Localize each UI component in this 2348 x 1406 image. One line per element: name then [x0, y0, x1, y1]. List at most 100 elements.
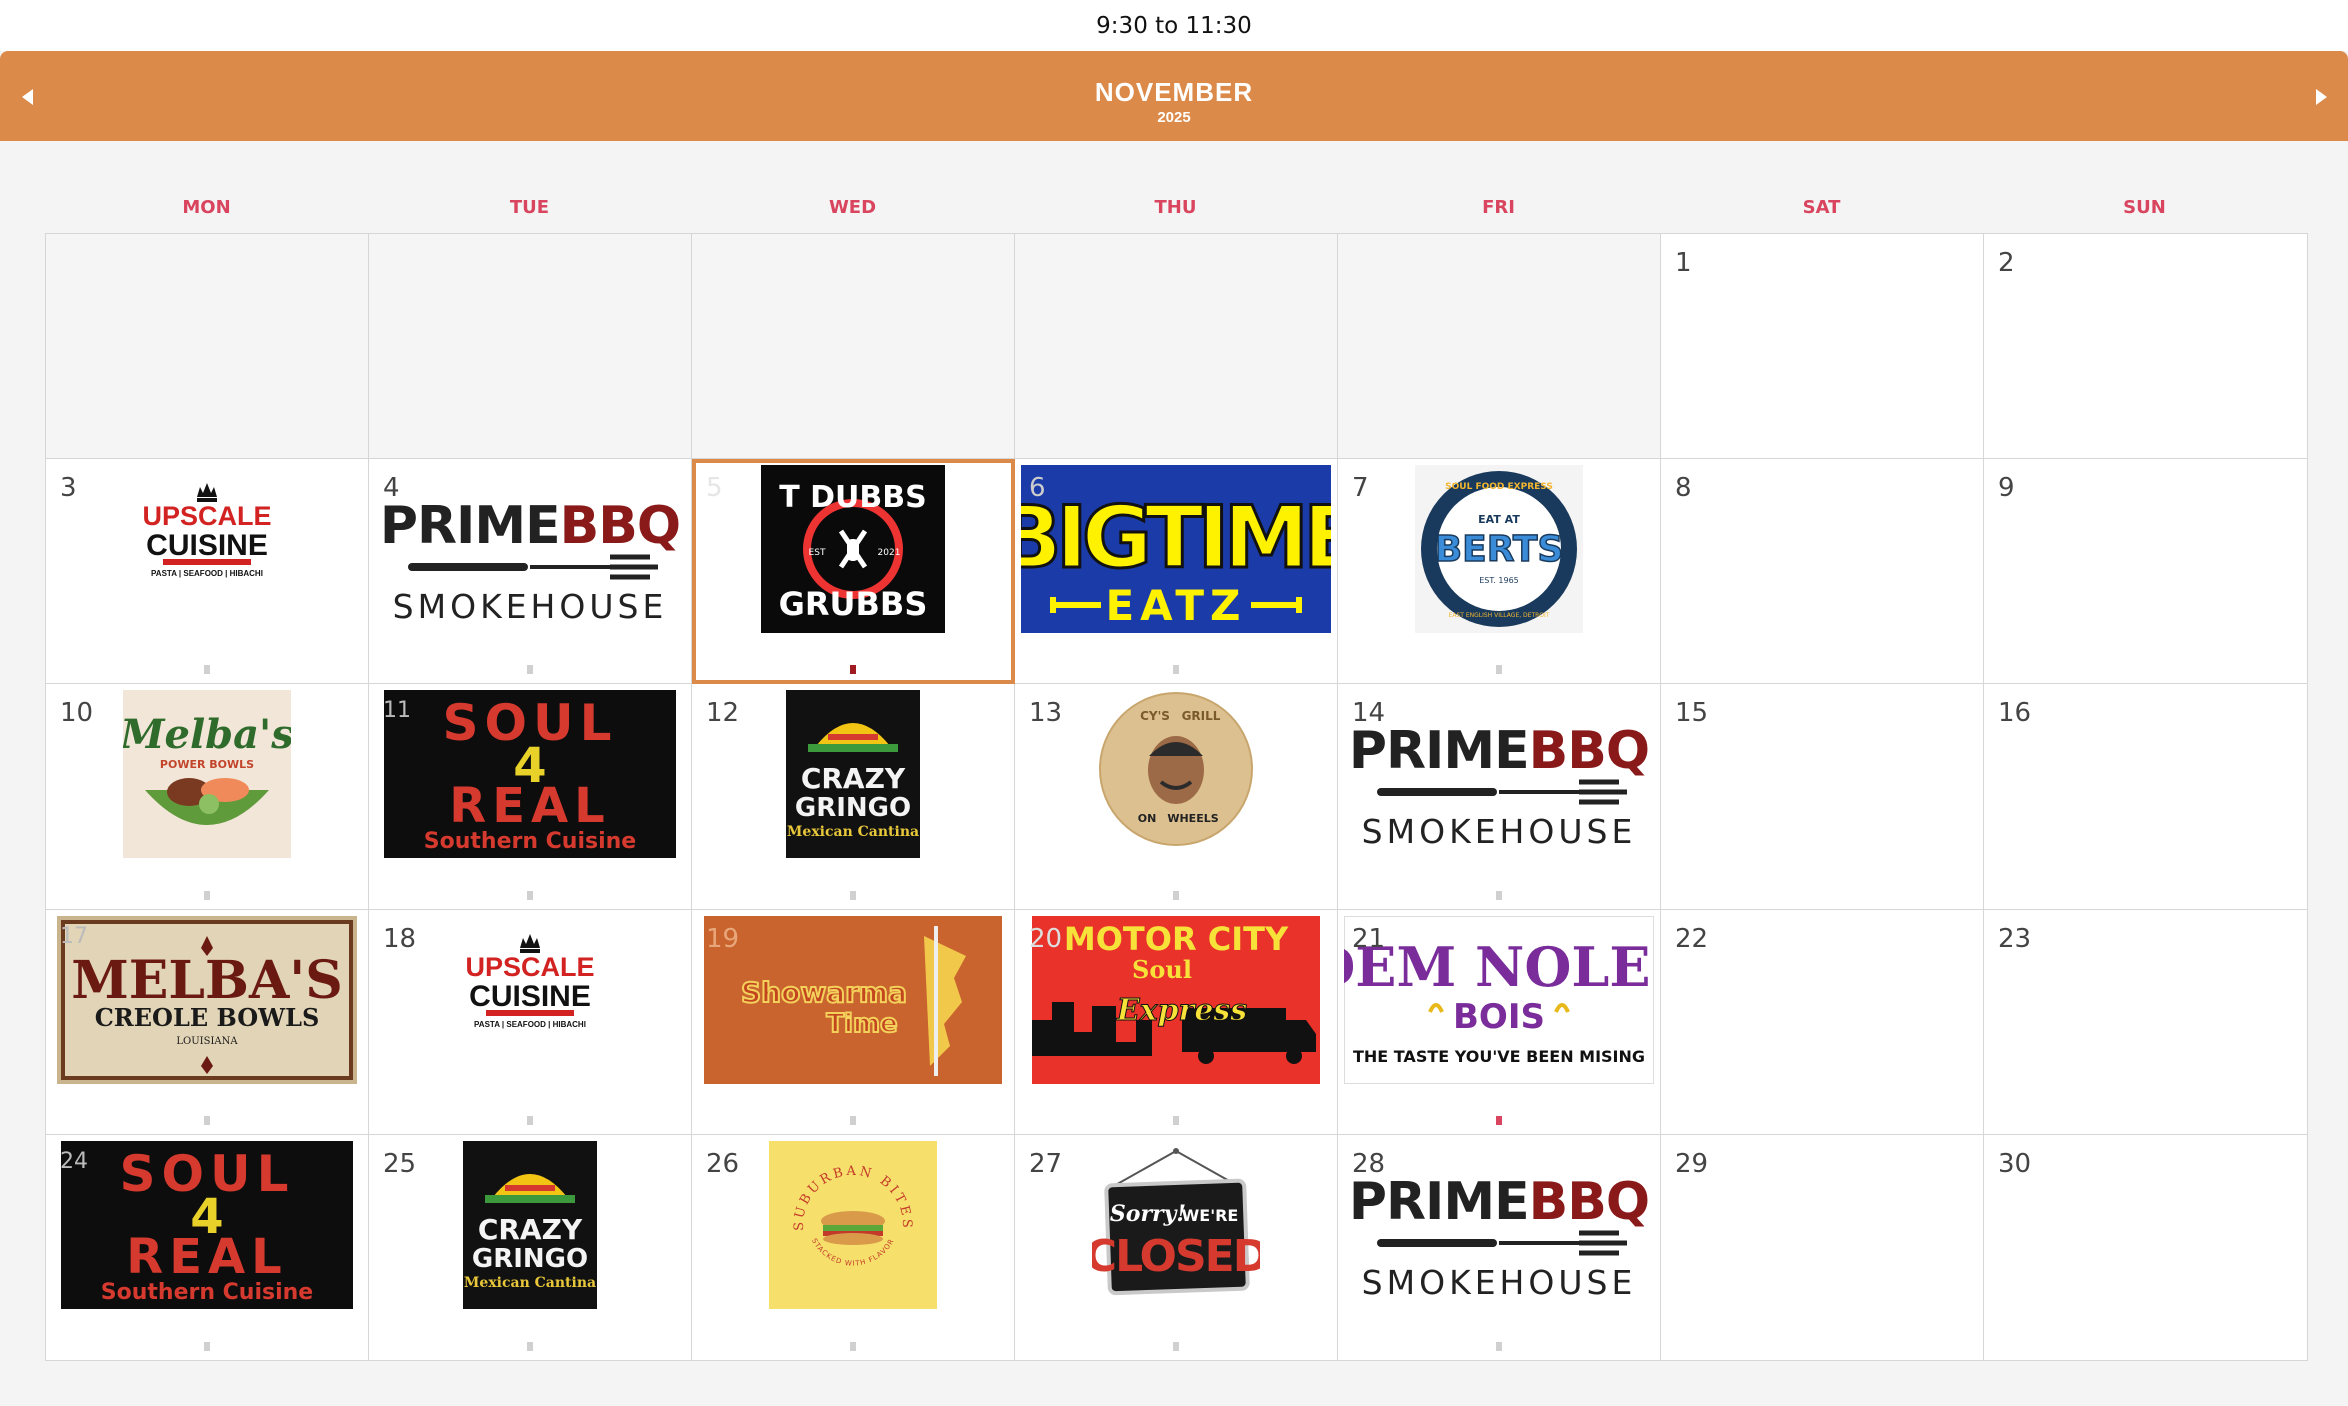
soul-4-real-logo[interactable]: SOUL 4 REAL Southern Cuisine — [61, 1140, 353, 1309]
svg-text:BIGTIME: BIGTIME — [1021, 488, 1331, 588]
svg-text:SMOKEHOUSE: SMOKEHOUSE — [1362, 812, 1637, 851]
svg-text:REAL: REAL — [126, 1229, 287, 1285]
day-number: 21 — [1352, 923, 1386, 954]
day-cell-4[interactable]: 4 PRIMEBBQ SMOKEHOUSE — [369, 459, 692, 685]
day-cell-2[interactable]: 2 — [1984, 234, 2307, 460]
crazy-gringo-logo[interactable]: CRAZY GRINGO Mexican Cantina — [463, 1140, 597, 1309]
day-cell-1[interactable]: 1 — [1661, 234, 1984, 460]
day-number: 1 — [1675, 248, 1692, 278]
day-cell-6[interactable]: 6 BIGTIME EATZ — [1015, 459, 1338, 685]
day-cell-19[interactable]: 19 Showarma Time — [692, 909, 1015, 1135]
day-cell-11[interactable]: 11 SOUL 4 REAL Southern Cuisine — [369, 684, 692, 910]
calendar-grid: 1 2 3 UPSCALE CUISINE PASTA | SEAFOOD | … — [45, 233, 2308, 1361]
day-cell-28[interactable]: 28 PRIMEBBQ SMOKEHOUSE — [1338, 1134, 1661, 1360]
svg-text:GRINGO: GRINGO — [472, 1244, 588, 1274]
melbas-creole-bowls-logo[interactable]: MELBA'S CREOLE BOWLS LOUISIANA — [57, 915, 357, 1084]
svg-text:WHEELS: WHEELS — [1167, 812, 1218, 825]
day-number: 18 — [383, 923, 417, 954]
day-number: 12 — [706, 698, 740, 729]
event-indicator — [1496, 665, 1502, 675]
day-number: 19 — [706, 923, 740, 954]
day-cell-21[interactable]: 21 DEM NOLES BOIS THE TASTE YOU'VE BEEN … — [1338, 909, 1661, 1135]
day-cell-3[interactable]: 3 UPSCALE CUISINE PASTA | SEAFOOD | HIBA… — [46, 459, 369, 685]
suburban-bites-logo[interactable]: SUBURBAN BITES STACKED WITH FLAVOR — [769, 1140, 937, 1309]
day-cell-20[interactable]: 20 MOTOR CITY Soul Express — [1015, 909, 1338, 1135]
upscale-cuisine-logo[interactable]: UPSCALE CUISINE PASTA | SEAFOOD | HIBACH… — [123, 465, 291, 634]
motor-city-soul-express-logo[interactable]: MOTOR CITY Soul Express — [1032, 915, 1320, 1084]
svg-text:CRAZY: CRAZY — [801, 762, 906, 795]
svg-text:T DUBBS: T DUBBS — [779, 480, 927, 515]
weekday-sun: SUN — [2123, 197, 2166, 218]
day-cell-8[interactable]: 8 — [1661, 459, 1984, 685]
day-cell-26[interactable]: 26 SUBURBAN BITES STACKED WITH FLAVOR — [692, 1134, 1015, 1360]
event-indicator — [204, 665, 210, 675]
prime-bbq-logo[interactable]: PRIMEBBQ SMOKEHOUSE — [1349, 1159, 1649, 1309]
day-cell-25[interactable]: 25 CRAZY GRINGO Mexican Cantina — [369, 1134, 692, 1360]
day-cell-14[interactable]: 14 PRIMEBBQ SMOKEHOUSE — [1338, 684, 1661, 910]
cys-grill-logo[interactable]: CY'S GRILL ON WHEELS — [1097, 690, 1255, 849]
svg-text:POWER BOWLS: POWER BOWLS — [160, 758, 254, 771]
day-cell-empty — [369, 234, 692, 460]
day-number: 27 — [1029, 1148, 1063, 1179]
day-cell-24[interactable]: 24 SOUL 4 REAL Southern Cuisine — [46, 1134, 369, 1360]
event-indicator — [850, 890, 856, 900]
soul-4-real-logo[interactable]: SOUL 4 REAL Southern Cuisine — [384, 690, 676, 859]
crazy-gringo-logo[interactable]: CRAZY GRINGO Mexican Cantina — [786, 690, 920, 859]
weekday-fri: FRI — [1482, 197, 1515, 218]
prime-bbq-logo[interactable]: PRIMEBBQ SMOKEHOUSE — [380, 483, 680, 633]
day-number: 14 — [1352, 698, 1386, 729]
day-cell-30[interactable]: 30 — [1984, 1134, 2307, 1360]
svg-text:CLOSED: CLOSED — [1092, 1231, 1260, 1282]
day-cell-27[interactable]: 27 Sorry! WE'RE CLOSED — [1015, 1134, 1338, 1360]
day-cell-5[interactable]: 5 T DUBBS GRUBBS EST 2021 — [692, 459, 1015, 685]
upscale-cuisine-logo[interactable]: UPSCALE CUISINE PASTA | SEAFOOD | HIBACH… — [446, 915, 614, 1084]
t-dubbs-grubbs-logo[interactable]: T DUBBS GRUBBS EST 2021 — [761, 465, 945, 634]
day-cell-17[interactable]: 17 MELBA'S CREOLE BOWLS LOUISIANA — [46, 909, 369, 1135]
svg-text:Mexican Cantina: Mexican Cantina — [464, 1275, 596, 1291]
day-cell-22[interactable]: 22 — [1661, 909, 1984, 1135]
day-cell-18[interactable]: 18 UPSCALE CUISINE PASTA | SEAFOOD | HIB… — [369, 909, 692, 1135]
day-cell-15[interactable]: 15 — [1661, 684, 1984, 910]
svg-text:CUISINE: CUISINE — [469, 980, 591, 1013]
day-cell-10[interactable]: 10 Melba's POWER BOWLS — [46, 684, 369, 910]
day-cell-9[interactable]: 9 — [1984, 459, 2307, 685]
weekday-sat: SAT — [1802, 197, 1841, 218]
svg-text:Mexican Cantina: Mexican Cantina — [787, 824, 919, 840]
svg-text:CREOLE BOWLS: CREOLE BOWLS — [95, 1003, 320, 1032]
svg-text:EAST ENGLISH VILLAGE, DETROIT: EAST ENGLISH VILLAGE, DETROIT — [1449, 612, 1550, 619]
day-number: 30 — [1998, 1148, 2032, 1179]
svg-text:PASTA | SEAFOOD | HIBACHI: PASTA | SEAFOOD | HIBACHI — [151, 569, 263, 578]
melbas-power-bowls-logo[interactable]: Melba's POWER BOWLS — [123, 690, 291, 859]
day-cell-16[interactable]: 16 — [1984, 684, 2307, 910]
svg-text:Soul: Soul — [1132, 955, 1192, 984]
day-number: 11 — [383, 698, 411, 724]
day-cell-29[interactable]: 29 — [1661, 1134, 1984, 1360]
day-number: 9 — [1998, 473, 2015, 504]
dem-noles-bois-logo[interactable]: DEM NOLES BOIS THE TASTE YOU'VE BEEN MIS… — [1344, 915, 1654, 1084]
event-indicator — [1496, 890, 1502, 900]
next-month-button[interactable] — [2306, 81, 2336, 111]
svg-text:PASTA | SEAFOOD | HIBACHI: PASTA | SEAFOOD | HIBACHI — [474, 1020, 586, 1029]
eat-at-berts-logo[interactable]: SOUL FOOD EXPRESS EAT AT BERTS EST. 1965… — [1415, 465, 1583, 634]
showarma-time-logo[interactable]: Showarma Time — [704, 915, 1002, 1084]
day-number: 28 — [1352, 1148, 1386, 1179]
year-label: 2025 — [1157, 109, 1191, 126]
day-number: 8 — [1675, 473, 1692, 504]
svg-text:2021: 2021 — [878, 548, 901, 558]
svg-text:BOIS: BOIS — [1453, 997, 1545, 1037]
bigtime-eatz-logo[interactable]: BIGTIME EATZ — [1021, 465, 1331, 634]
prime-bbq-logo[interactable]: PRIMEBBQ SMOKEHOUSE — [1349, 708, 1649, 858]
svg-text:MELBA'S: MELBA'S — [71, 950, 343, 1011]
event-indicator — [204, 1115, 210, 1125]
event-indicator — [1496, 1115, 1502, 1125]
event-indicator — [850, 1341, 856, 1351]
day-cell-12[interactable]: 12 CRAZY GRINGO Mexican Cantina — [692, 684, 1015, 910]
event-indicator — [850, 665, 856, 675]
sorry-were-closed-sign[interactable]: Sorry! WE'RE CLOSED — [1092, 1140, 1260, 1309]
time-range-text: 9:30 to 11:30 — [1096, 12, 1252, 39]
svg-text:CRAZY: CRAZY — [478, 1213, 583, 1246]
day-cell-7[interactable]: 7 SOUL FOOD EXPRESS EAT AT BERTS EST. 19… — [1338, 459, 1661, 685]
day-cell-13[interactable]: 13 CY'S GRILL ON WHEELS — [1015, 684, 1338, 910]
event-indicator — [527, 1341, 533, 1351]
day-cell-23[interactable]: 23 — [1984, 909, 2307, 1135]
